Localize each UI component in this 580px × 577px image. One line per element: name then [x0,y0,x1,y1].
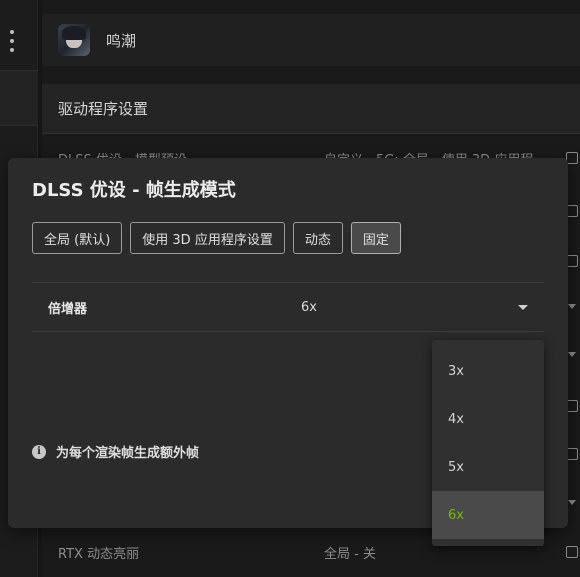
more-options-icon[interactable] [6,30,18,52]
chevron-down-icon[interactable] [518,305,528,310]
option-5x[interactable]: 5x [432,443,544,491]
setting-value: 全局 - 关 [324,546,376,562]
mode-chip-group: 全局 (默认) 使用 3D 应用程序设置 动态 固定 [32,222,401,254]
option-3x[interactable]: 3x [432,347,544,395]
info-icon: i [32,444,46,459]
chevron-down-icon[interactable] [568,352,576,357]
edit-icon[interactable] [566,546,578,558]
game-avatar [58,24,90,56]
multiplier-value: 6x [301,299,317,315]
option-6x[interactable]: 6x [432,491,544,539]
section-title: 驱动程序设置 [58,100,149,118]
game-header: 鸣潮 [42,14,580,66]
chip-use-3d-app-settings[interactable]: 使用 3D 应用程序设置 [130,222,285,254]
chip-fixed[interactable]: 固定 [350,222,401,254]
section-header: 驱动程序设置 [42,84,580,134]
dialog-title: DLSS 优设 - 帧生成模式 [32,180,236,201]
option-4x[interactable]: 4x [432,395,544,443]
multiplier-select[interactable]: 倍增器 6x [32,282,544,332]
chevron-down-icon[interactable] [568,304,576,309]
chevron-down-icon[interactable] [568,500,576,505]
info-message: i 为每个渲染帧生成额外帧 [32,442,199,461]
info-text: 为每个渲染帧生成额外帧 [56,446,200,461]
multiplier-dropdown-menu: 3x 4x 5x 6x [432,340,544,546]
nav-item-selected[interactable] [0,70,38,126]
game-name: 鸣潮 [106,31,137,50]
setting-label: RTX 动态亮丽 [58,546,140,562]
chip-global-default[interactable]: 全局 (默认) [32,222,123,254]
chip-dynamic[interactable]: 动态 [292,222,343,254]
multiplier-label: 倍增器 [48,301,88,317]
